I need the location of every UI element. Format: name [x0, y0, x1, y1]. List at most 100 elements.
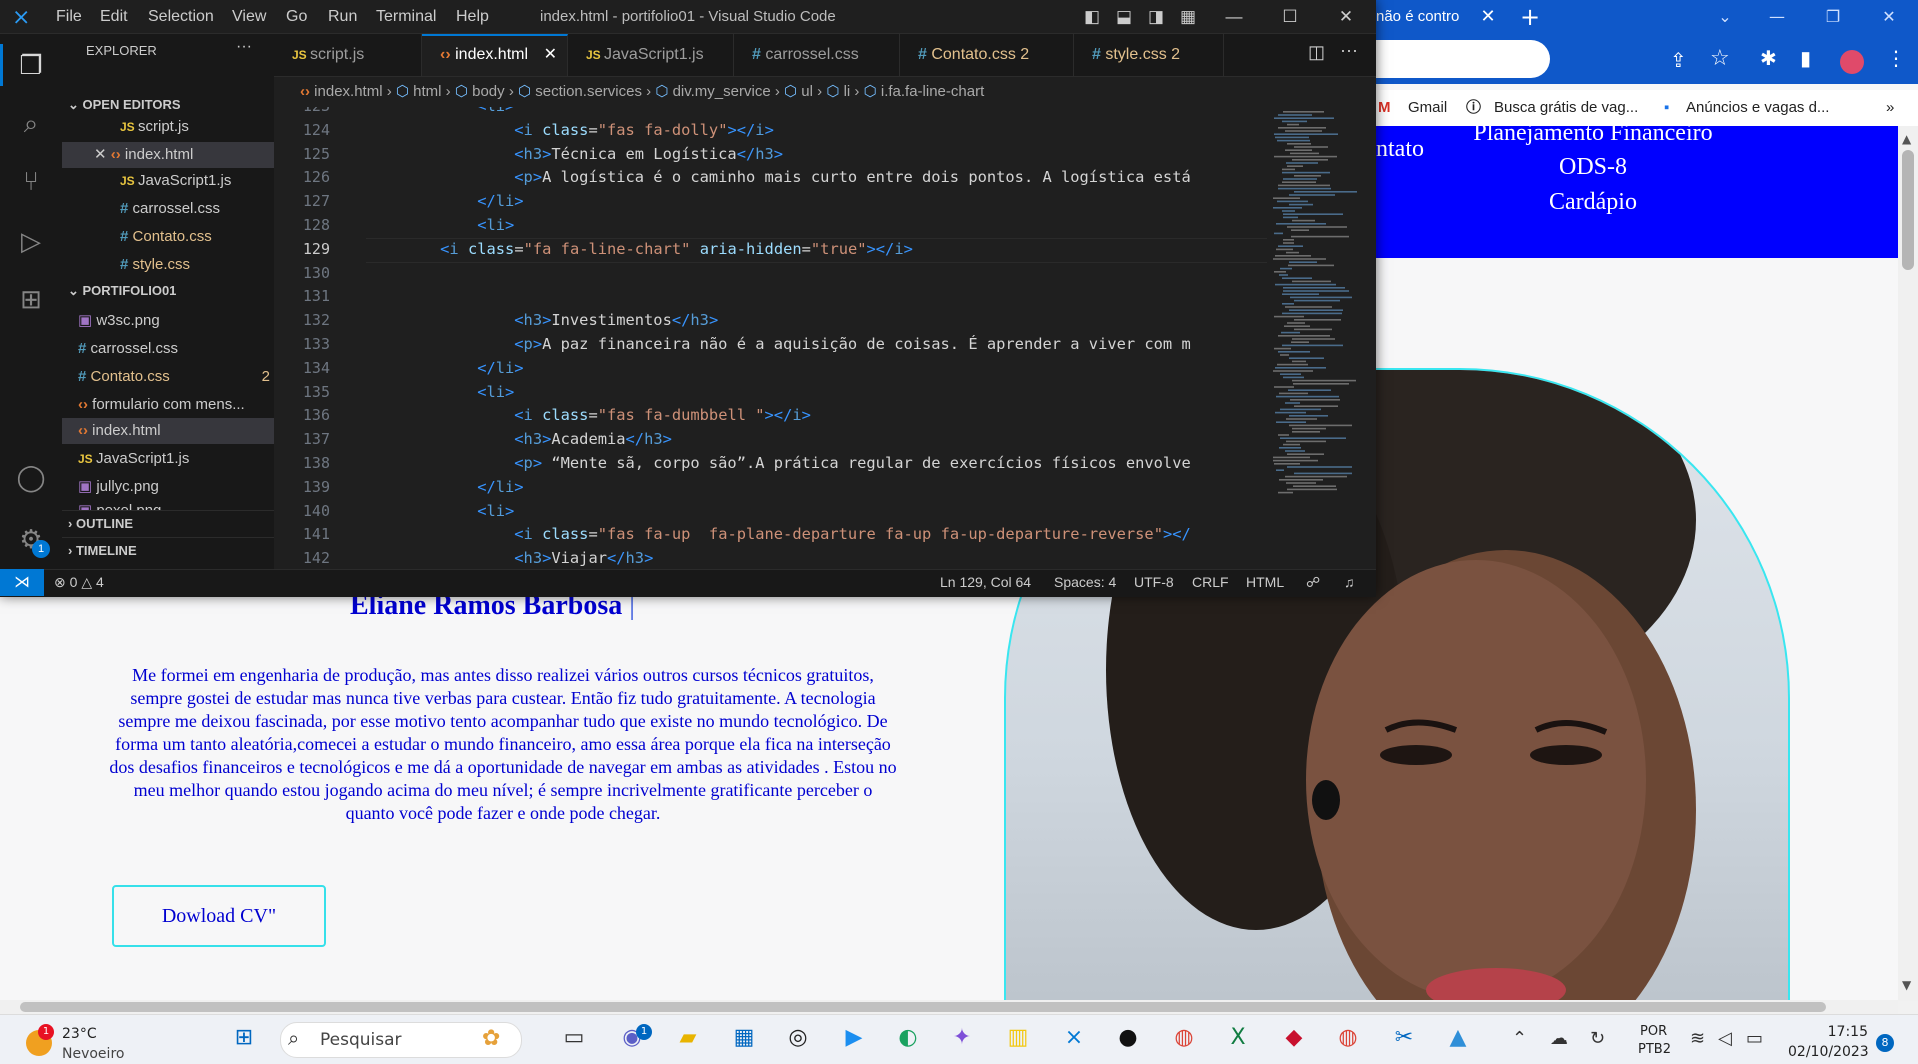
- weather-desc[interactable]: Nevoeiro: [62, 1046, 124, 1062]
- page-hscroll-thumb[interactable]: [20, 1002, 1826, 1012]
- file-item[interactable]: ▣ pexel.png: [62, 498, 290, 510]
- download-cv-button[interactable]: Dowload CV": [112, 885, 326, 947]
- bookmark-star-icon[interactable]: ☆: [1710, 46, 1730, 71]
- breadcrumb-item[interactable]: li: [844, 83, 851, 100]
- extensions-view-icon[interactable]: ⊞: [12, 280, 50, 318]
- code-line[interactable]: <p>A logística é o caminho mais curto en…: [366, 166, 1376, 190]
- page-scroll-thumb[interactable]: [1902, 150, 1914, 270]
- code-line[interactable]: <li>: [366, 381, 1376, 405]
- code-line[interactable]: <h3>Técnica em Logística</h3>: [366, 143, 1376, 167]
- code-line[interactable]: </li>: [366, 357, 1376, 381]
- code-line[interactable]: <p> “Mente sã, corpo são”.A prática regu…: [366, 452, 1376, 476]
- code-line[interactable]: </li>: [366, 476, 1376, 500]
- snipping-tool-icon[interactable]: ✂: [1386, 1020, 1422, 1056]
- code-line[interactable]: <i class="fas fa-dolly"></i>: [366, 119, 1376, 143]
- bookmark-gmail[interactable]: Gmail: [1408, 96, 1447, 120]
- breadcrumb-item[interactable]: div.my_service: [673, 83, 771, 100]
- file-item[interactable]: ‹› formulario com mens...: [62, 392, 290, 418]
- chrome-icon[interactable]: ◍: [1166, 1020, 1202, 1056]
- breadcrumb-item[interactable]: body: [472, 83, 505, 100]
- clock-time[interactable]: 17:15: [1822, 1024, 1868, 1040]
- tray-expand-icon[interactable]: ⌃: [1512, 1028, 1527, 1049]
- cursor-position[interactable]: Ln 129, Col 64: [940, 569, 1031, 596]
- nav-cardapio[interactable]: Cardápio: [1462, 189, 1724, 216]
- tab-carrossel-css[interactable]: # carrossel.css: [734, 34, 900, 76]
- code-line[interactable]: <i class="fas fa-up fa-plane-departure f…: [366, 523, 1376, 547]
- nav-planejamento[interactable]: Planejamento Financeiro: [1462, 120, 1724, 147]
- code-line[interactable]: <h3>Academia</h3>: [366, 428, 1376, 452]
- code-line[interactable]: <li>: [366, 214, 1376, 238]
- line-ending[interactable]: CRLF: [1192, 569, 1229, 596]
- split-editor-icon[interactable]: ◫: [1308, 42, 1325, 63]
- menu-help[interactable]: Help: [456, 0, 489, 33]
- file-item[interactable]: ▣ w3sc.png: [62, 308, 290, 334]
- breadcrumb-item[interactable]: section.services: [535, 83, 642, 100]
- outline-section[interactable]: › OUTLINE: [62, 510, 280, 537]
- restore-icon[interactable]: ❐: [1810, 0, 1856, 34]
- breadcrumb-item[interactable]: html: [413, 83, 441, 100]
- menu-file[interactable]: File: [56, 0, 82, 33]
- encoding[interactable]: UTF-8: [1134, 569, 1174, 596]
- code-line[interactable]: <h3>Viajar</h3>: [366, 547, 1376, 569]
- search-icon[interactable]: ⌕: [12, 104, 50, 142]
- code-line[interactable]: <li>: [366, 500, 1376, 524]
- editor-scrollbar[interactable]: [1363, 107, 1376, 569]
- close-tab-icon[interactable]: ✕: [544, 36, 557, 74]
- mcafee-icon[interactable]: ◆: [1276, 1020, 1312, 1056]
- menu-selection[interactable]: Selection: [148, 0, 214, 33]
- editor-more-icon[interactable]: ···: [1340, 40, 1358, 61]
- run-debug-icon[interactable]: ▷: [12, 222, 50, 260]
- tab-search-icon[interactable]: ⌄: [1702, 0, 1748, 34]
- menu-edit[interactable]: Edit: [100, 0, 128, 33]
- vs-maximize-icon[interactable]: ☐: [1270, 0, 1310, 33]
- share-icon[interactable]: ⇪: [1670, 48, 1687, 72]
- code-line[interactable]: <li>: [366, 107, 1376, 119]
- prime-video-icon[interactable]: ▶: [836, 1020, 872, 1056]
- language-mode[interactable]: HTML: [1246, 569, 1284, 596]
- minimize-icon[interactable]: —: [1754, 0, 1800, 34]
- vs-minimize-icon[interactable]: —: [1214, 0, 1254, 33]
- edge-icon[interactable]: ◐: [890, 1020, 926, 1056]
- explorer-icon[interactable]: ❐: [12, 46, 50, 84]
- tab-contato-css[interactable]: # Contato.css 2: [900, 34, 1074, 76]
- close-window-icon[interactable]: ✕: [1866, 0, 1912, 34]
- notification-count[interactable]: 8: [1876, 1034, 1894, 1052]
- language-top[interactable]: POR: [1640, 1024, 1667, 1039]
- open-editor-item[interactable]: ✕ ‹› index.html: [62, 142, 306, 168]
- file-item[interactable]: ‹› index.html: [62, 418, 290, 444]
- task-view-icon[interactable]: ▭: [556, 1020, 592, 1056]
- code-line[interactable]: <i class="fas fa-dumbbell "></i>: [366, 404, 1376, 428]
- close-tab-icon[interactable]: ✕: [1478, 6, 1498, 28]
- bookmark-jobs[interactable]: Busca grátis de vag...: [1494, 96, 1638, 120]
- battery-icon[interactable]: ▭: [1746, 1028, 1763, 1049]
- file-item[interactable]: JS JavaScript1.js: [62, 446, 290, 472]
- remote-indicator-icon[interactable]: ⋊: [0, 569, 44, 596]
- menu-go[interactable]: Go: [286, 0, 307, 33]
- profile-avatar[interactable]: [1840, 50, 1864, 74]
- chrome-profile-icon[interactable]: ◍: [1330, 1020, 1366, 1056]
- language-bottom[interactable]: PTB2: [1638, 1042, 1671, 1057]
- problems-indicator[interactable]: ⊗ 0 △ 4: [54, 569, 104, 596]
- github-icon[interactable]: ●: [1110, 1020, 1146, 1056]
- code-line[interactable]: <p>A paz financeira não é a aquisição de…: [366, 333, 1376, 357]
- file-item[interactable]: # carrossel.css: [62, 336, 290, 362]
- new-tab-icon[interactable]: +: [1516, 4, 1544, 32]
- scroll-up-icon[interactable]: ▲: [1902, 132, 1911, 146]
- feedback-icon[interactable]: ☍: [1306, 569, 1320, 596]
- breadcrumb-item[interactable]: index.html: [314, 83, 382, 100]
- more-menu-icon[interactable]: ⋮: [1886, 46, 1906, 70]
- explorer-more-icon[interactable]: ···: [236, 38, 252, 56]
- copilot-icon[interactable]: ✦: [944, 1020, 980, 1056]
- code-editor[interactable]: 123 <li>124 <i class="fas fa-dolly"></i>…: [274, 107, 1376, 569]
- photos-icon[interactable]: ▲: [1440, 1020, 1476, 1056]
- code-line[interactable]: <h3>Investimentos</h3>: [366, 309, 1376, 333]
- notifications-bell-icon[interactable]: ♫: [1344, 569, 1355, 596]
- project-section[interactable]: ⌄ PORTIFOLIO01: [62, 278, 280, 304]
- weather-temp[interactable]: 23°C: [62, 1026, 97, 1042]
- bookmark-ads[interactable]: Anúncios e vagas d...: [1686, 96, 1829, 120]
- dell-icon[interactable]: ◎: [780, 1020, 816, 1056]
- code-line[interactable]: [366, 262, 1376, 286]
- vs-close-icon[interactable]: ✕: [1326, 0, 1366, 33]
- wifi-icon[interactable]: ≋: [1690, 1028, 1705, 1049]
- nav-ods8[interactable]: ODS-8: [1462, 154, 1724, 181]
